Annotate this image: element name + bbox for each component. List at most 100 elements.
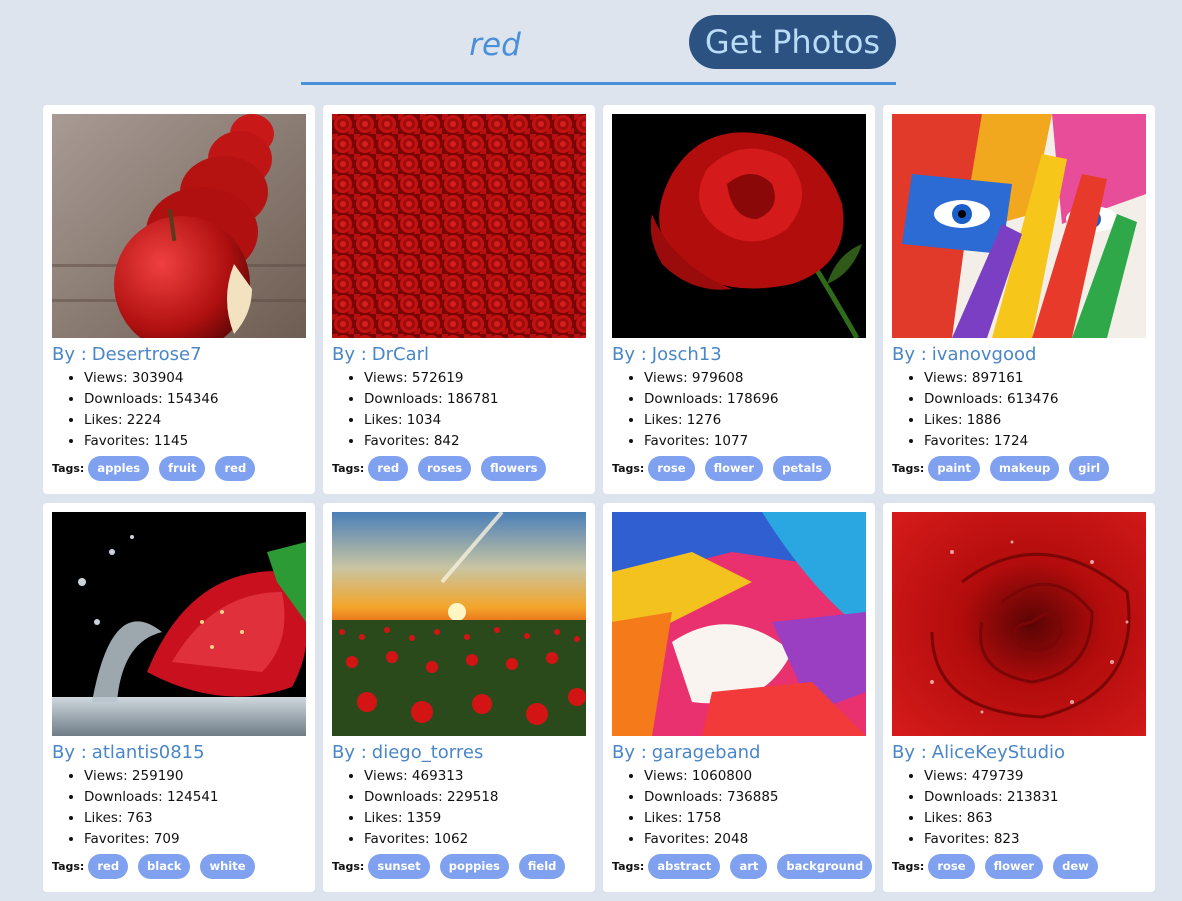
photo-thumbnail-poppy-field-sunset[interactable] <box>332 512 586 736</box>
photo-tags: Tags: abstract art background <box>612 854 873 879</box>
tag-chip[interactable]: flower <box>704 456 764 481</box>
photo-stats: Views: 979608 Downloads: 178696 Likes: 1… <box>612 368 866 452</box>
tag-chip[interactable]: apples <box>88 456 150 481</box>
photo-author[interactable]: By : diego_torres <box>332 741 586 764</box>
author-name: Josch13 <box>651 344 722 365</box>
photo-stats: Views: 572619 Downloads: 186781 Likes: 1… <box>332 368 586 452</box>
photo-thumbnail-painted-face[interactable] <box>892 114 1146 338</box>
tags-label: Tags: <box>892 860 925 873</box>
tag-chip[interactable]: dew <box>1053 854 1098 879</box>
tag-chip[interactable]: roses <box>418 456 472 481</box>
favorites-stat: Favorites: 842 <box>364 431 586 452</box>
tags-label: Tags: <box>612 462 645 475</box>
search-bar: Get Photos <box>301 14 896 85</box>
downloads-stat: Downloads: 124541 <box>84 787 306 808</box>
downloads-stat: Downloads: 229518 <box>364 787 586 808</box>
by-label: By : <box>52 742 87 763</box>
tag-chip[interactable]: poppies <box>439 854 509 879</box>
photo-card: By :ivanovgood Views: 897161 Downloads: … <box>883 105 1155 494</box>
downloads-stat: Downloads: 186781 <box>364 389 586 410</box>
photo-author[interactable]: By : garageband <box>612 741 866 764</box>
tag-chip[interactable]: black <box>138 854 191 879</box>
tags-label: Tags: <box>332 462 365 475</box>
tag-chip[interactable]: rose <box>928 854 975 879</box>
author-name: atlantis0815 <box>91 742 205 763</box>
tag-chip[interactable]: background <box>777 854 873 879</box>
photo-author[interactable]: By : ivanovgood <box>892 343 1146 366</box>
by-label: By : <box>892 742 927 763</box>
author-name: ivanovgood <box>931 344 1037 365</box>
photo-tags: Tags: sunset poppies field <box>332 854 586 879</box>
favorites-stat: Favorites: 2048 <box>644 829 866 850</box>
views-stat: Views: 897161 <box>924 368 1146 389</box>
photo-tags: Tags: red black white <box>52 854 306 879</box>
author-name: garageband <box>651 742 761 763</box>
photo-card: By :AliceKeyStudio Views: 479739 Downloa… <box>883 503 1155 892</box>
tag-chip[interactable]: abstract <box>648 854 721 879</box>
photo-card: By :diego_torres Views: 469313 Downloads… <box>323 503 595 892</box>
photo-grid: By :Desertrose7 Views: 303904 Downloads:… <box>43 105 1156 892</box>
tag-chip[interactable]: field <box>518 854 566 879</box>
favorites-stat: Favorites: 1724 <box>924 431 1146 452</box>
tag-chip[interactable]: flowers <box>481 456 547 481</box>
tag-chip[interactable]: white <box>200 854 255 879</box>
tag-chip[interactable]: red <box>88 854 129 879</box>
tag-chip[interactable]: fruit <box>159 456 206 481</box>
photo-author[interactable]: By : Josch13 <box>612 343 866 366</box>
likes-stat: Likes: 1276 <box>644 410 866 431</box>
tag-chip[interactable]: red <box>215 456 256 481</box>
by-label: By : <box>332 742 367 763</box>
photo-stats: Views: 259190 Downloads: 124541 Likes: 7… <box>52 766 306 850</box>
photo-stats: Views: 303904 Downloads: 154346 Likes: 2… <box>52 368 306 452</box>
photo-tags: Tags: apples fruit red <box>52 456 306 481</box>
tag-chip[interactable]: rose <box>648 456 695 481</box>
tag-chip[interactable]: makeup <box>989 456 1060 481</box>
by-label: By : <box>612 742 647 763</box>
photo-tags: Tags: paint makeup girl <box>892 456 1146 481</box>
likes-stat: Likes: 2224 <box>84 410 306 431</box>
photo-tags: Tags: rose flower petals <box>612 456 866 481</box>
tag-chip[interactable]: flower <box>984 854 1044 879</box>
favorites-stat: Favorites: 823 <box>924 829 1146 850</box>
likes-stat: Likes: 863 <box>924 808 1146 829</box>
views-stat: Views: 1060800 <box>644 766 866 787</box>
photo-author[interactable]: By : atlantis0815 <box>52 741 306 764</box>
by-label: By : <box>52 344 87 365</box>
photo-card: By :garageband Views: 1060800 Downloads:… <box>603 503 875 892</box>
tag-chip[interactable]: sunset <box>368 854 430 879</box>
tag-chip[interactable]: paint <box>928 456 980 481</box>
author-name: Desertrose7 <box>91 344 202 365</box>
search-input[interactable] <box>301 20 689 70</box>
favorites-stat: Favorites: 1062 <box>364 829 586 850</box>
photo-thumbnail-red-apples[interactable] <box>52 114 306 338</box>
tags-label: Tags: <box>52 462 85 475</box>
likes-stat: Likes: 1886 <box>924 410 1146 431</box>
photo-author[interactable]: By : AliceKeyStudio <box>892 741 1146 764</box>
by-label: By : <box>612 344 647 365</box>
photo-card: By :Josch13 Views: 979608 Downloads: 178… <box>603 105 875 494</box>
photo-thumbnail-strawberry-splash[interactable] <box>52 512 306 736</box>
likes-stat: Likes: 1034 <box>364 410 586 431</box>
photo-thumbnail-abstract-paint[interactable] <box>612 512 866 736</box>
photo-author[interactable]: By : Desertrose7 <box>52 343 306 366</box>
views-stat: Views: 572619 <box>364 368 586 389</box>
by-label: By : <box>332 344 367 365</box>
views-stat: Views: 303904 <box>84 368 306 389</box>
photo-author[interactable]: By : DrCarl <box>332 343 586 366</box>
get-photos-button[interactable]: Get Photos <box>689 15 896 69</box>
tags-label: Tags: <box>612 860 645 873</box>
tag-chip[interactable]: petals <box>773 456 832 481</box>
tags-label: Tags: <box>52 860 85 873</box>
photo-stats: Views: 1060800 Downloads: 736885 Likes: … <box>612 766 866 850</box>
tag-chip[interactable]: girl <box>1069 456 1110 481</box>
photo-thumbnail-field-of-roses[interactable] <box>332 114 586 338</box>
photo-thumbnail-rose-with-dew[interactable] <box>892 512 1146 736</box>
favorites-stat: Favorites: 1077 <box>644 431 866 452</box>
tag-chip[interactable]: red <box>368 456 409 481</box>
photo-card: By :atlantis0815 Views: 259190 Downloads… <box>43 503 315 892</box>
views-stat: Views: 259190 <box>84 766 306 787</box>
downloads-stat: Downloads: 736885 <box>644 787 866 808</box>
downloads-stat: Downloads: 213831 <box>924 787 1146 808</box>
tag-chip[interactable]: art <box>730 854 768 879</box>
photo-thumbnail-red-rose-black-bg[interactable] <box>612 114 866 338</box>
